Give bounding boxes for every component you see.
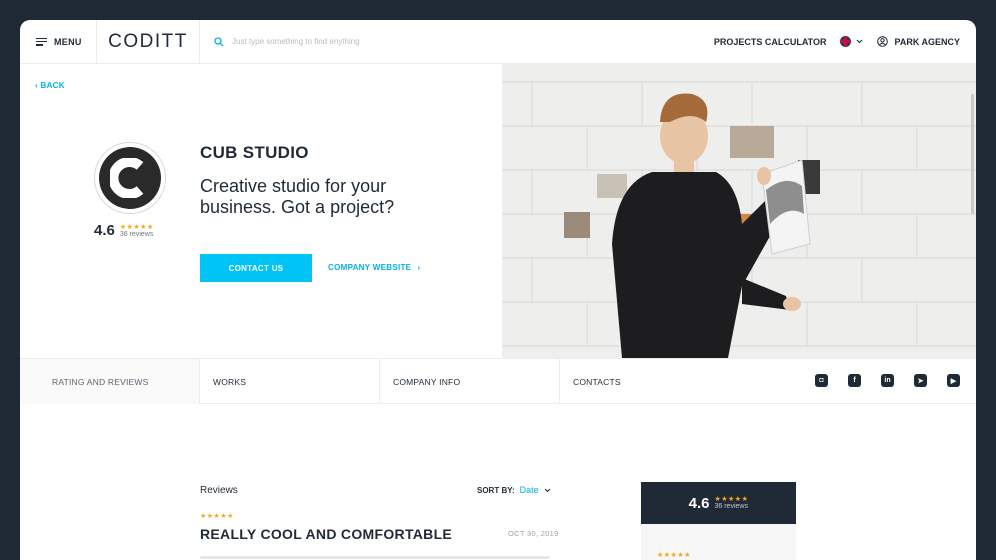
- reviews-count: 36 reviews: [119, 230, 154, 238]
- header-right: PROJECTS CALCULATOR PARK AGENCY: [714, 36, 976, 47]
- facebook-icon[interactable]: f: [848, 374, 861, 387]
- back-link[interactable]: ‹ BACK: [35, 81, 65, 90]
- company-website-link[interactable]: COMPANY WEBSITE ›: [328, 263, 420, 272]
- language-selector[interactable]: [840, 36, 863, 47]
- search-input[interactable]: [232, 37, 532, 46]
- hero-photo: [502, 64, 976, 358]
- cub-logo-icon: [110, 158, 144, 198]
- summary-rating-value: 4.6: [688, 494, 710, 512]
- menu-label: MENU: [54, 36, 82, 47]
- contact-us-button[interactable]: CONTACT US: [200, 254, 312, 282]
- rating-breakdown-card: ★★★★★: [641, 524, 796, 560]
- breakdown-stars: ★★★★★: [657, 552, 691, 559]
- chevron-down-icon: [544, 488, 551, 492]
- reviews-heading: Reviews: [200, 485, 238, 496]
- sort-value: Date: [519, 485, 539, 495]
- instagram-icon[interactable]: ◘: [815, 374, 828, 387]
- app-window: MENU CODITT PROJECTS CALCULATOR P: [20, 20, 976, 560]
- review-body-blurred: [200, 555, 560, 560]
- account-menu[interactable]: PARK AGENCY: [877, 36, 960, 47]
- tab-company-info[interactable]: COMPANY INFO: [380, 359, 560, 404]
- company-rating: 4.6 ★★★★★ 36 reviews: [94, 222, 154, 239]
- hamburger-icon: [36, 37, 47, 46]
- scrollbar[interactable]: [971, 94, 974, 214]
- review-title: REALLY COOL AND COMFORTABLE: [200, 526, 453, 542]
- company-logo: [94, 142, 166, 214]
- tab-works[interactable]: WORKS: [200, 359, 380, 404]
- company-tagline: Creative studio for your business. Got a…: [200, 176, 395, 217]
- linkedin-icon[interactable]: in: [881, 374, 894, 387]
- search-icon: [214, 36, 224, 46]
- tab-contacts[interactable]: CONTACTS: [560, 359, 740, 404]
- rating-stars: ★★★★★: [119, 223, 154, 231]
- company-name: CUB STUDIO: [200, 143, 309, 162]
- rating-value: 4.6: [94, 222, 115, 239]
- user-icon: [877, 36, 889, 47]
- review-date: OCT 30, 2019: [508, 529, 559, 538]
- company-tabs: RATING AND REVIEWS WORKS COMPANY INFO CO…: [20, 358, 976, 404]
- man-with-photos-image: [502, 64, 976, 358]
- logo[interactable]: CODITT: [96, 20, 200, 64]
- summary-stars: ★★★★★: [714, 496, 749, 503]
- projects-calculator-link[interactable]: PROJECTS CALCULATOR: [714, 37, 827, 47]
- sort-label: SORT BY:: [477, 485, 515, 495]
- top-header: MENU CODITT PROJECTS CALCULATOR P: [20, 20, 976, 64]
- chevron-down-icon: [857, 39, 863, 44]
- menu-button[interactable]: MENU: [20, 20, 96, 64]
- social-links: ◘ f in ➤ ▶: [815, 374, 960, 387]
- youtube-icon[interactable]: ▶: [947, 374, 960, 387]
- rating-summary: 4.6 ★★★★★ 36 reviews: [641, 482, 796, 524]
- telegram-icon[interactable]: ➤: [914, 374, 927, 387]
- uk-flag-icon: [840, 36, 852, 47]
- sort-dropdown[interactable]: SORT BY: Date: [477, 485, 551, 495]
- tab-rating-and-reviews[interactable]: RATING AND REVIEWS: [20, 359, 200, 404]
- account-label: PARK AGENCY: [894, 36, 960, 47]
- search-bar: [200, 20, 714, 64]
- review-stars: ★★★★★: [200, 513, 234, 520]
- summary-reviews-count: 36 reviews: [714, 503, 748, 510]
